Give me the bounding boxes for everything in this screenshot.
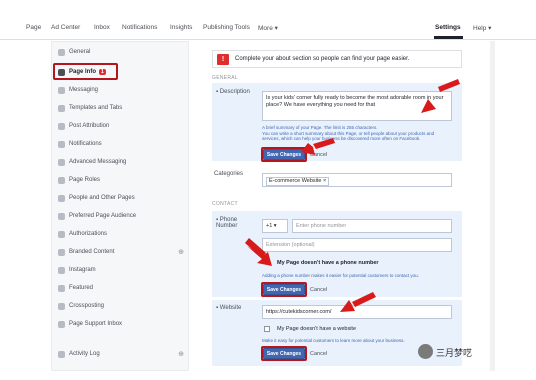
sidebar-item-page-roles[interactable]: Page Roles (52, 172, 190, 190)
sidebar-item-page-info[interactable]: Page Info 1 (52, 64, 190, 82)
sidebar-item-preferred-audience[interactable]: Preferred Page Audience (52, 208, 190, 226)
extension-input[interactable]: Extension (optional) (262, 238, 452, 252)
nav-help[interactable]: Help ▾ (473, 24, 491, 32)
watermark-text: 三月梦呓 (436, 348, 473, 358)
save-changes-button[interactable]: Save Changes (263, 348, 305, 359)
alert-text: Complete your about section so people ca… (235, 56, 410, 62)
cancel-link[interactable]: Cancel (310, 287, 327, 293)
plus-icon: ⊕ (178, 249, 184, 256)
settings-active-indicator (434, 36, 463, 39)
phone-help-text: Adding a phone number makes it easier fo… (262, 273, 419, 278)
video-icon (58, 303, 65, 310)
website-input[interactable]: https://cutekidscorner.com/ (262, 305, 452, 319)
notification-badge: 1 (99, 69, 106, 75)
inbox-icon (58, 321, 65, 328)
nav-settings[interactable]: Settings (435, 24, 461, 31)
nav-page[interactable]: Page (26, 24, 41, 31)
people-icon (58, 195, 65, 202)
check-icon[interactable]: ✓ (264, 258, 270, 266)
nav-more[interactable]: More ▾ (258, 24, 278, 32)
wechat-icon (418, 344, 433, 359)
scrollbar[interactable] (490, 41, 495, 371)
flag-icon (58, 69, 65, 76)
nav-ad-center[interactable]: Ad Center (51, 24, 80, 31)
sidebar-item-support-inbox[interactable]: Page Support Inbox (52, 316, 190, 334)
completion-alert: ! Complete your about section so people … (212, 50, 462, 68)
chat-bubble-icon (58, 159, 65, 166)
sidebar-item-crossposting[interactable]: Crossposting (52, 298, 190, 316)
cancel-link[interactable]: Cancel (310, 351, 327, 357)
save-changes-button[interactable]: Save Changes (263, 284, 305, 295)
sidebar-item-authorizations[interactable]: Authorizations (52, 226, 190, 244)
remove-tag-icon[interactable]: × (323, 178, 326, 184)
website-help-text: Make it easy for potential customers to … (262, 338, 405, 343)
nav-notifications[interactable]: Notifications (122, 24, 157, 31)
sidebar-item-templates[interactable]: Templates and Tabs (52, 100, 190, 118)
page-info-label: Page Info (69, 69, 97, 75)
general-heading: GENERAL (212, 75, 238, 81)
description-textarea[interactable]: Is your kids' corner fully ready to beco… (262, 91, 452, 121)
settings-sidebar: General Page Info 1 Messaging Templates a… (51, 41, 189, 371)
sidebar-item-people-pages[interactable]: People and Other Pages (52, 190, 190, 208)
sidebar-item-notifications[interactable]: Notifications (52, 136, 190, 154)
audience-icon (58, 213, 65, 220)
no-website-label: My Page doesn't have a website (277, 326, 357, 332)
warning-icon: ! (217, 54, 229, 65)
key-icon (58, 231, 65, 238)
phone-label: ▪ Phone Number (216, 217, 238, 229)
sidebar-item-branded-content[interactable]: Branded Content ⊕ (52, 244, 190, 262)
person-icon (58, 177, 65, 184)
nav-insights[interactable]: Insights (170, 24, 192, 31)
attribution-icon (58, 123, 65, 130)
contact-heading: CONTACT (212, 201, 238, 207)
nav-publishing-tools[interactable]: Publishing Tools (203, 24, 250, 31)
top-navigation-bar: Page Ad Center Inbox Notifications Insig… (0, 0, 536, 40)
message-icon (58, 87, 65, 94)
plus-icon: ⊕ (178, 351, 184, 358)
no-phone-label: My Page doesn't have a phone number (277, 260, 379, 266)
page-info-main: ! Complete your about section so people … (204, 41, 468, 371)
save-changes-button[interactable]: Save Changes (263, 149, 305, 160)
sidebar-item-messaging[interactable]: Messaging (52, 82, 190, 100)
description-label: ▪ Description (216, 89, 250, 95)
sidebar-item-advanced-messaging[interactable]: Advanced Messaging (52, 154, 190, 172)
nav-inbox[interactable]: Inbox (94, 24, 110, 31)
categories-input[interactable]: E-commerce Website × (262, 173, 452, 187)
categories-label: Categories (214, 171, 244, 177)
star-icon (58, 285, 65, 292)
sidebar-item-general[interactable]: General (52, 44, 190, 62)
instagram-icon (58, 267, 65, 274)
category-tag: E-commerce Website × (266, 177, 330, 186)
gear-icon (58, 49, 65, 56)
sidebar-item-instagram[interactable]: Instagram (52, 262, 190, 280)
no-website-checkbox[interactable] (264, 326, 270, 332)
globe-icon (58, 141, 65, 148)
handshake-icon (58, 249, 65, 256)
cancel-link[interactable]: Cancel (310, 152, 327, 158)
description-help-text: A brief summary of your Page. The limit … (262, 125, 435, 141)
country-code-select[interactable]: +1 ▾ (262, 219, 288, 233)
sidebar-item-activity-log[interactable]: Activity Log ⊕ (52, 346, 190, 364)
list-icon (58, 351, 65, 358)
grid-icon (58, 105, 65, 112)
website-label: ▪ Website (216, 305, 242, 311)
sidebar-item-post-attribution[interactable]: Post Attribution (52, 118, 190, 136)
phone-number-input[interactable]: Enter phone number (292, 219, 452, 233)
sidebar-item-featured[interactable]: Featured (52, 280, 190, 298)
